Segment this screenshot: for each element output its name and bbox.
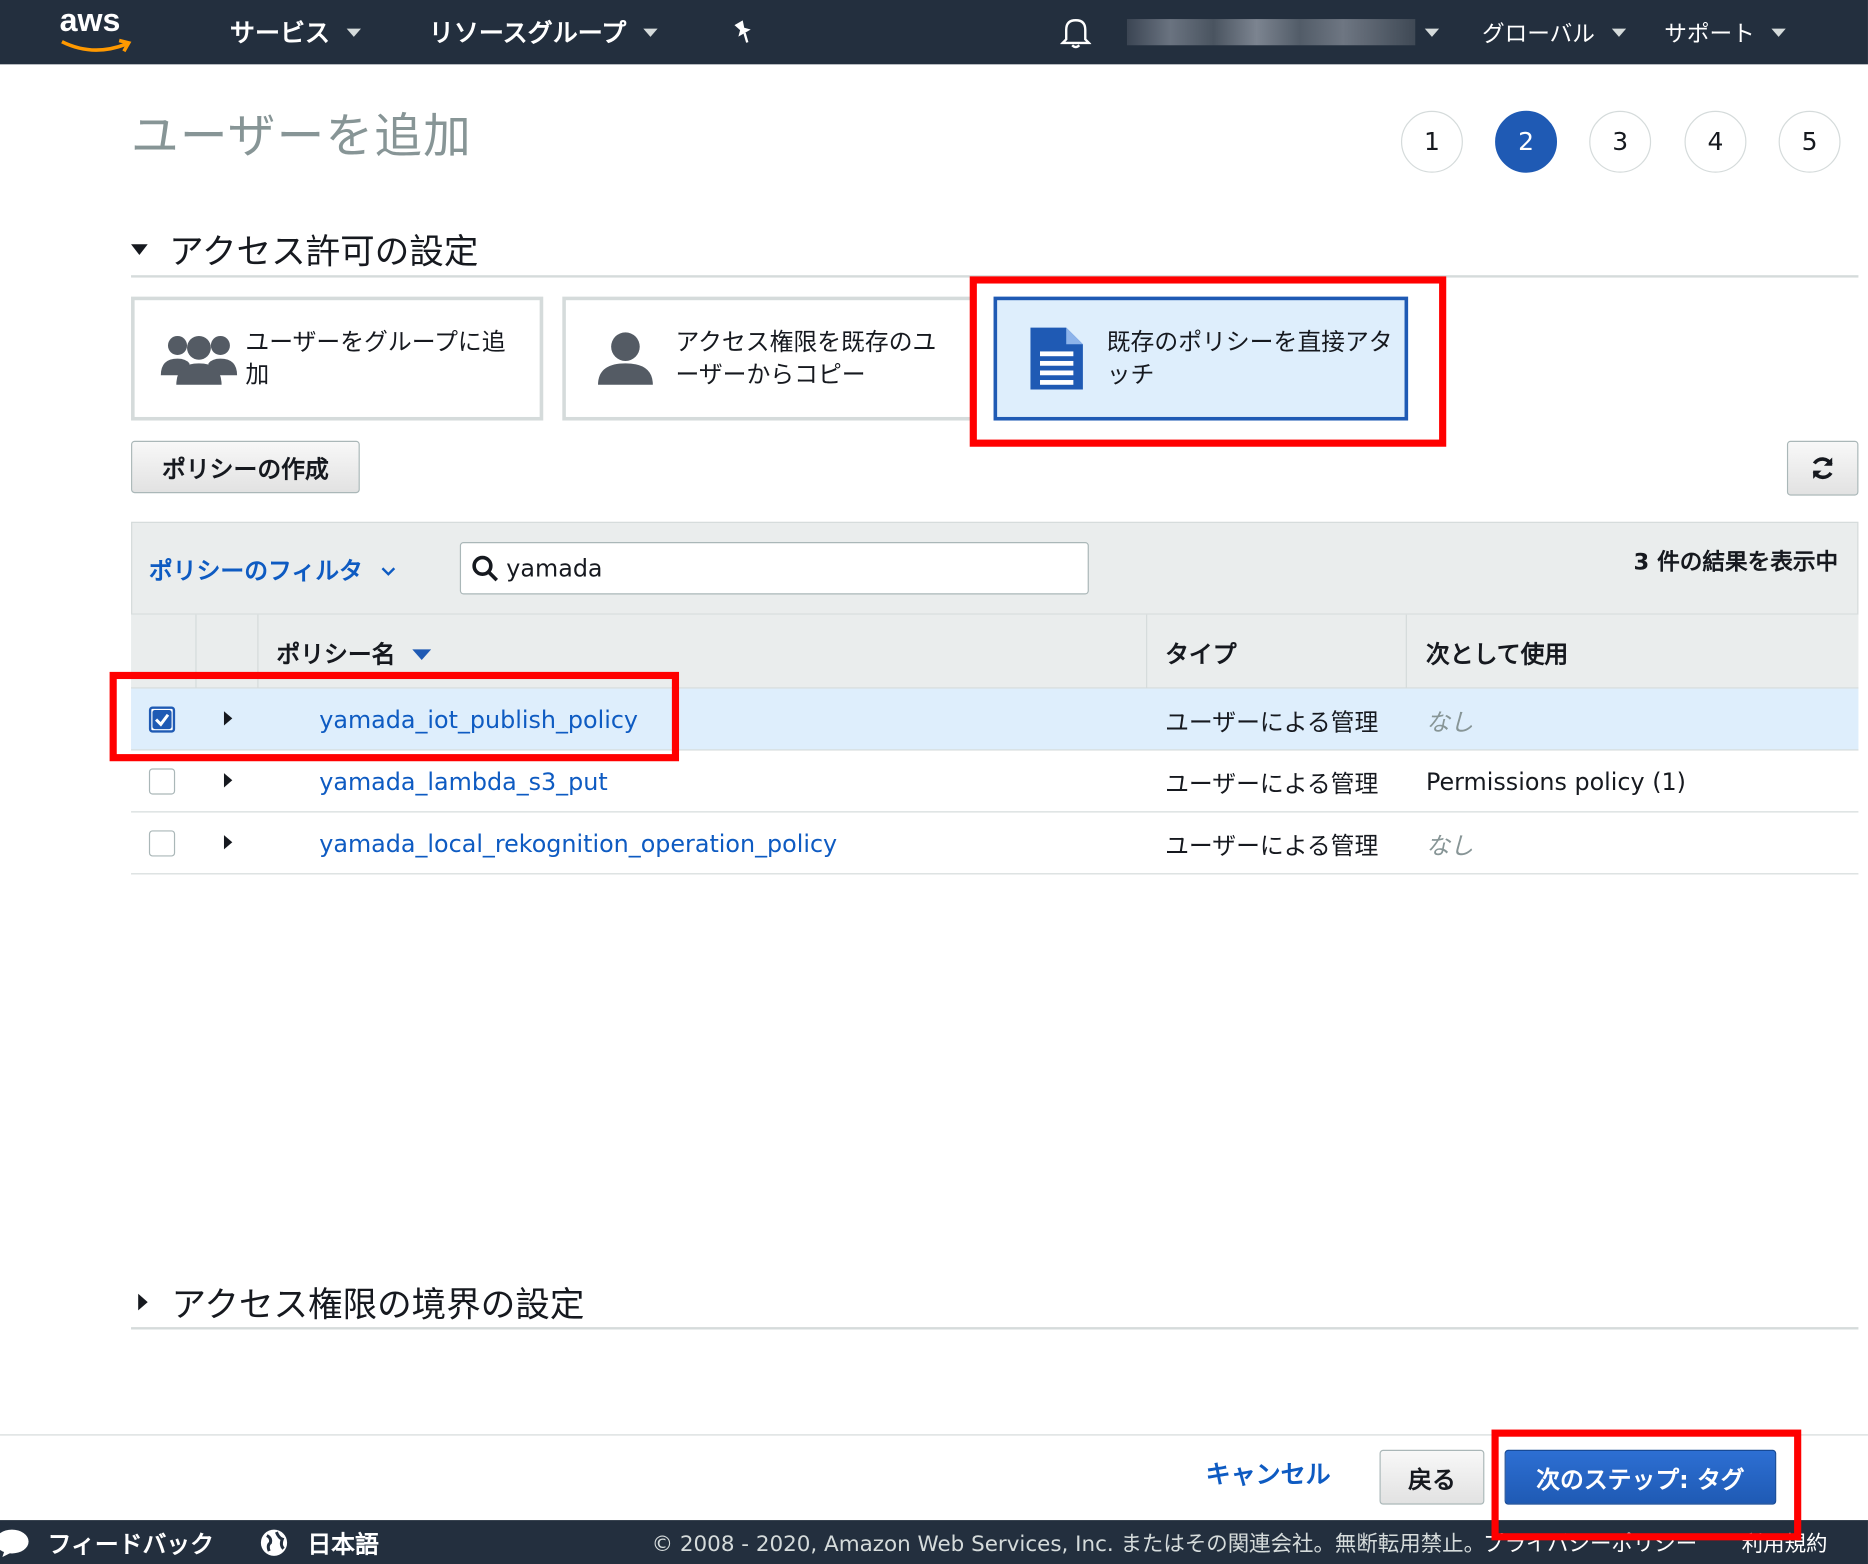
feedback-label: フィードバック (47, 1529, 214, 1559)
table-row[interactable]: yamada_iot_publish_policy ユーザーによる管理 なし (131, 688, 1859, 751)
option-copy-from-user-label: アクセス権限を既存のユーザーからコピー (675, 327, 937, 389)
step-4[interactable]: 4 (1684, 110, 1747, 173)
section-divider (131, 1327, 1859, 1330)
back-button[interactable]: 戻る (1379, 1449, 1485, 1505)
expand-row-icon[interactable] (223, 835, 233, 850)
sort-descending-icon (412, 649, 432, 660)
policy-name-link[interactable]: yamada_lambda_s3_put (319, 751, 607, 813)
aws-smile-icon (61, 38, 132, 53)
chevron-down-icon (1771, 27, 1786, 37)
globe-icon (260, 1529, 288, 1556)
table-row[interactable]: yamada_lambda_s3_put ユーザーによる管理 Permissio… (131, 751, 1859, 813)
chevron-down-icon (381, 566, 395, 576)
policy-search-box[interactable] (459, 542, 1089, 595)
checkmark-icon (152, 710, 172, 730)
bell-icon (1060, 19, 1092, 49)
user-icon (598, 332, 653, 385)
notifications-button[interactable] (1060, 0, 1092, 64)
refresh-button[interactable] (1786, 440, 1859, 496)
page-title: ユーザーを追加 (131, 109, 472, 165)
services-menu[interactable]: サービス (230, 0, 361, 64)
row-checkbox-checked[interactable] (148, 706, 176, 733)
boundary-section-title: アクセス権限の境界の設定 (171, 1284, 585, 1325)
next-step-tags-button[interactable]: 次のステップ: タグ (1504, 1449, 1777, 1505)
support-menu[interactable]: サポート (1664, 0, 1786, 64)
permissions-section-title: アクセス許可の設定 (169, 231, 479, 272)
resource-groups-menu[interactable]: リソースグループ (428, 0, 658, 64)
expand-row-icon[interactable] (223, 773, 233, 788)
column-header-policy-name-label: ポリシー名 (276, 639, 396, 668)
create-policy-button[interactable]: ポリシーの作成 (131, 440, 360, 494)
policy-filter-dropdown[interactable]: ポリシーのフィルタ (149, 552, 396, 587)
policy-search-input[interactable] (506, 553, 1055, 583)
policy-table-header: ポリシー名 タイプ 次として使用 (131, 614, 1859, 689)
option-attach-policies[interactable]: 既存のポリシーを直接アタッチ (993, 296, 1409, 421)
pin-icon (734, 20, 751, 43)
chevron-down-icon (346, 27, 361, 37)
expand-row-icon[interactable] (223, 711, 233, 726)
support-menu-label: サポート (1664, 20, 1755, 48)
copyright-text: © 2008 - 2020, Amazon Web Services, Inc.… (651, 1531, 1486, 1557)
column-header-policy-name[interactable]: ポリシー名 (276, 615, 432, 689)
section-divider (131, 275, 1859, 278)
privacy-policy-link[interactable]: プライバシーポリシー (1483, 1520, 1697, 1564)
option-copy-from-user[interactable]: アクセス権限を既存のユーザーからコピー (562, 296, 975, 421)
top-navigation-bar: aws サービス リソースグループ グローバル サポート (0, 0, 1868, 65)
caret-right-icon (138, 1293, 148, 1311)
policy-used-as: なし (1425, 830, 1474, 860)
redacted-account-name (1126, 19, 1416, 46)
column-divider (195, 614, 197, 689)
search-icon (472, 555, 499, 582)
cancel-link[interactable]: キャンセル (1206, 1456, 1331, 1492)
boundary-section-toggle[interactable]: アクセス権限の境界の設定 (131, 1277, 584, 1327)
account-menu[interactable] (1126, 0, 1440, 64)
region-menu[interactable]: グローバル (1482, 0, 1626, 64)
column-divider (1405, 614, 1407, 689)
aws-logo[interactable]: aws (57, 2, 136, 57)
row-checkbox[interactable] (148, 768, 176, 795)
table-row[interactable]: yamada_local_rekognition_operation_polic… (131, 812, 1859, 875)
row-checkbox[interactable] (148, 830, 176, 857)
language-selector[interactable]: 日本語 (260, 1520, 379, 1564)
pin-button[interactable] (731, 0, 755, 64)
policy-name-link[interactable]: yamada_local_rekognition_operation_polic… (319, 812, 837, 874)
permissions-section-toggle[interactable]: アクセス許可の設定 (131, 224, 478, 274)
action-bar-divider (0, 1434, 1868, 1436)
column-divider (1146, 614, 1148, 689)
feedback-link[interactable]: フィードバック (0, 1520, 214, 1564)
resource-groups-menu-label: リソースグループ (428, 19, 627, 48)
console-footer: フィードバック 日本語 © 2008 - 2020, Amazon Web Se… (0, 1520, 1868, 1564)
document-icon (1030, 327, 1083, 390)
chevron-down-icon (1611, 27, 1626, 37)
speech-bubble-icon (0, 1529, 29, 1557)
terms-of-use-link[interactable]: 利用規約 (1742, 1520, 1828, 1564)
column-divider (257, 614, 259, 689)
result-count: 3 件の結果を表示中 (1633, 549, 1839, 576)
policy-type: ユーザーによる管理 (1165, 707, 1379, 736)
refresh-icon (1812, 457, 1833, 480)
region-menu-label: グローバル (1481, 20, 1595, 48)
users-group-icon (160, 335, 238, 385)
policy-used-as: なし (1425, 707, 1474, 736)
policy-filter-label: ポリシーのフィルタ (148, 556, 363, 585)
option-attach-policies-label: 既存のポリシーを直接アタッチ (1106, 327, 1393, 389)
option-add-to-group[interactable]: ユーザーをグループに追加 (131, 296, 544, 421)
policy-used-as: Permissions policy (1) (1425, 767, 1686, 796)
language-label: 日本語 (307, 1529, 379, 1559)
option-add-to-group-label: ユーザーをグループに追加 (245, 327, 506, 389)
step-2-current[interactable]: 2 (1495, 110, 1558, 173)
chevron-down-icon (642, 27, 658, 37)
step-3[interactable]: 3 (1589, 110, 1652, 173)
services-menu-label: サービス (229, 19, 330, 48)
step-5[interactable]: 5 (1778, 110, 1841, 173)
policy-type: ユーザーによる管理 (1165, 830, 1379, 860)
column-header-type[interactable]: タイプ (1165, 615, 1236, 689)
step-1[interactable]: 1 (1400, 110, 1463, 173)
policy-name-link[interactable]: yamada_iot_publish_policy (319, 689, 638, 751)
caret-down-icon (131, 243, 148, 255)
chevron-down-icon (1424, 27, 1440, 37)
column-header-used-as[interactable]: 次として使用 (1426, 615, 1568, 689)
policy-filter-bar: ポリシーのフィルタ 3 件の結果を表示中 (131, 521, 1859, 615)
policy-type: ユーザーによる管理 (1165, 768, 1379, 798)
